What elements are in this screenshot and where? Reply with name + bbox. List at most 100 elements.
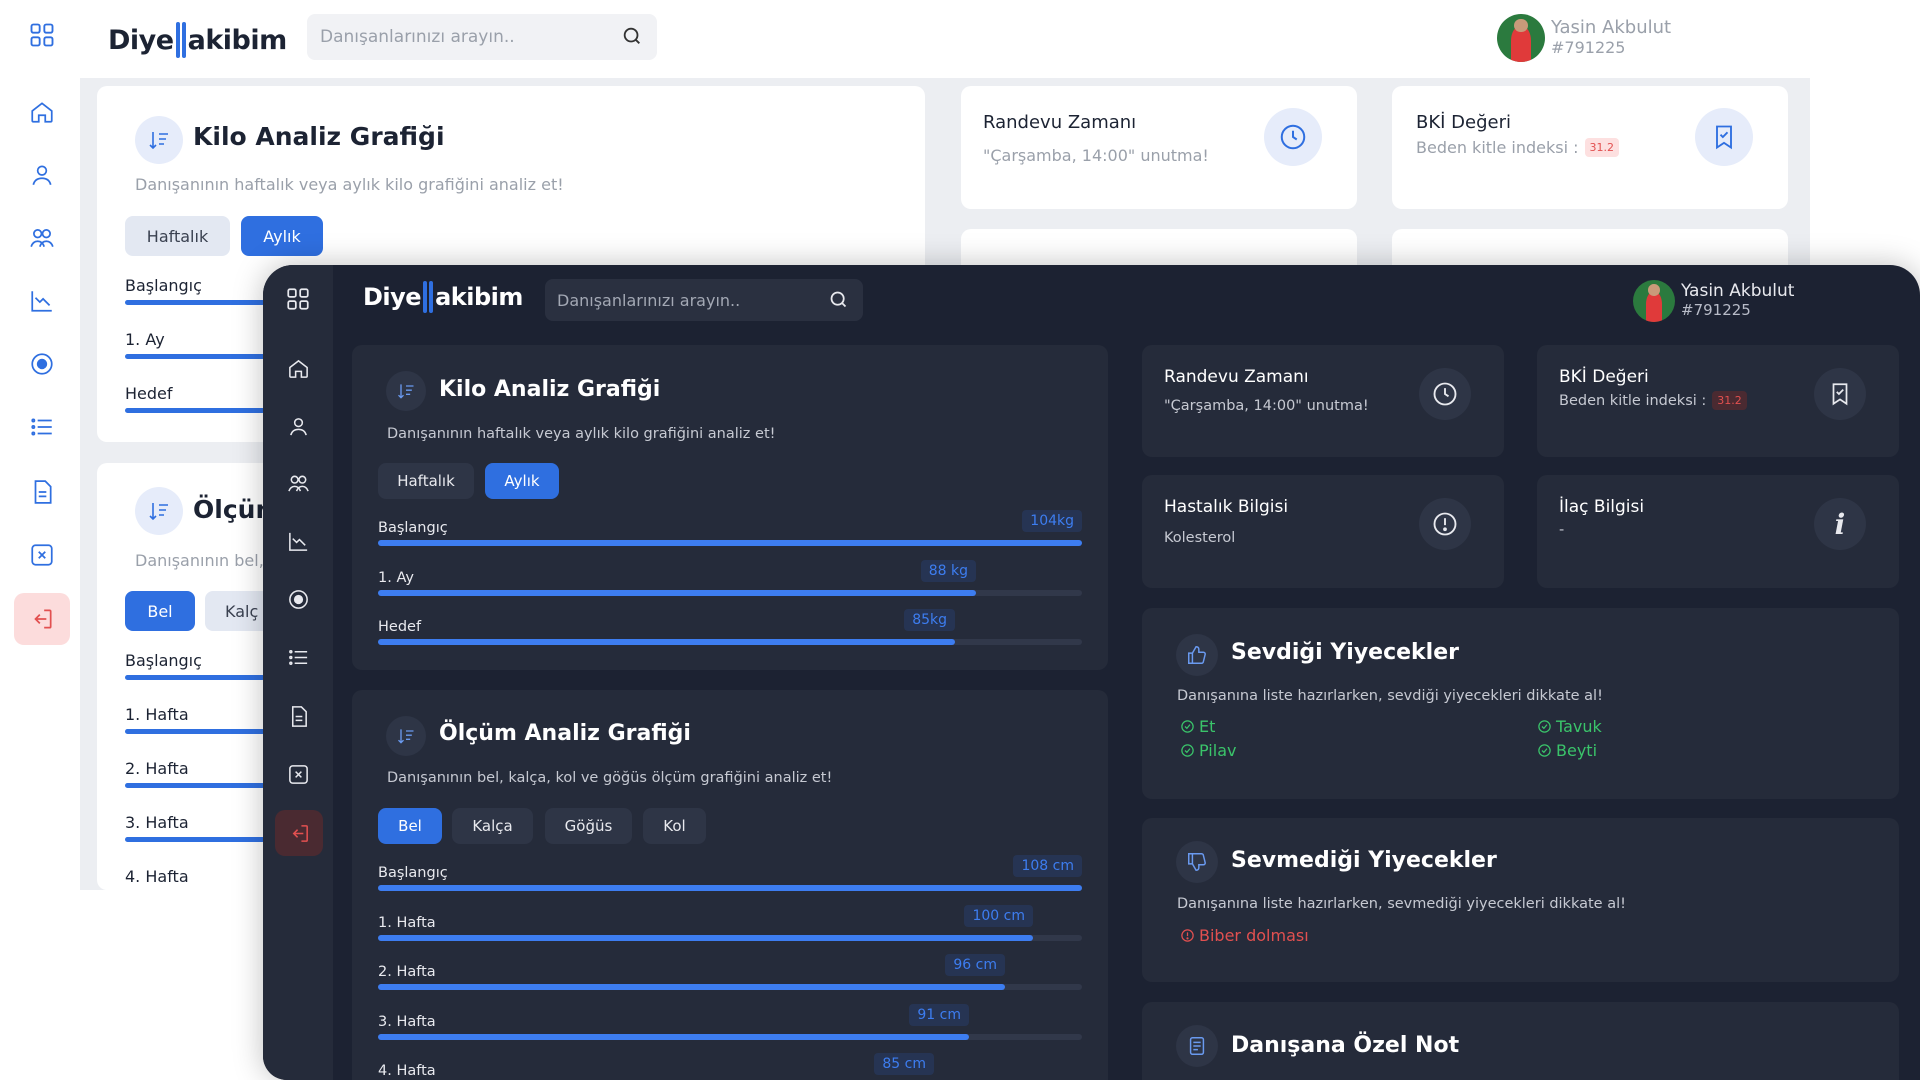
user-profile[interactable]: Yasin Akbulut #791225 [1497, 14, 1671, 62]
bar-label: Başlangıç [125, 276, 202, 295]
bki-text: Beden kitle indeksi : [1559, 392, 1707, 409]
bar-label: 3. Hafta [378, 1013, 436, 1030]
bar-label: 1. Ay [378, 569, 414, 586]
olcum-card: Ölçüm Analiz Grafiği Danışanının bel, ka… [352, 690, 1108, 1080]
note-card: Danışana Özel Not [1142, 1002, 1899, 1080]
document-icon[interactable] [22, 472, 62, 512]
card-title: Hastalık Bilgisi [1164, 497, 1289, 517]
bookmark-icon [1695, 108, 1753, 166]
liked-food-item: Pilav [1180, 741, 1236, 760]
tab-bel[interactable]: Bel [125, 591, 195, 631]
home-icon[interactable] [22, 92, 62, 132]
check-circle-icon [1180, 743, 1195, 758]
users-icon[interactable] [278, 463, 318, 503]
document-icon[interactable] [278, 696, 318, 736]
bar-label: 4. Hafta [125, 867, 189, 886]
hastalik-card: Hastalık Bilgisi Kolesterol [1142, 475, 1504, 588]
chart-line-icon[interactable] [278, 521, 318, 561]
close-square-icon[interactable] [22, 535, 62, 575]
tab-haftalik[interactable]: Haftalık [125, 216, 230, 256]
bar-fill [378, 540, 1082, 546]
list-icon[interactable] [278, 637, 318, 677]
bar-value: 85kg [904, 609, 955, 631]
card-text: Beden kitle indeksi : 31.2 [1416, 138, 1620, 157]
search-bar[interactable]: Danışanlarınızı arayın.. [545, 279, 863, 321]
bar-track [378, 885, 1082, 891]
clock-icon [1264, 108, 1322, 166]
tab-aylik[interactable]: Aylık [485, 463, 559, 499]
target-icon[interactable] [278, 579, 318, 619]
user-id: #791225 [1551, 38, 1626, 57]
close-square-icon[interactable] [278, 754, 318, 794]
tab-aylik[interactable]: Aylık [241, 216, 323, 256]
tab-kalca[interactable]: Kalça [452, 808, 533, 844]
card-text: "Çarşamba, 14:00" unutma! [1164, 398, 1369, 414]
check-circle-icon [1537, 743, 1552, 758]
home-icon[interactable] [278, 348, 318, 388]
avatar[interactable] [1633, 280, 1675, 322]
info-icon: i [1814, 498, 1866, 550]
avatar[interactable] [1497, 14, 1545, 62]
liked-food-item: Tavuk [1537, 717, 1602, 736]
sort-icon [386, 371, 426, 411]
search-icon[interactable] [621, 25, 643, 47]
tab-kol[interactable]: Kol [643, 808, 706, 844]
users-icon[interactable] [22, 218, 62, 258]
alert-circle-icon [1180, 928, 1195, 943]
chart-line-icon[interactable] [22, 281, 62, 321]
bar-label: Başlangıç [378, 865, 448, 881]
note-icon [1176, 1025, 1218, 1067]
user-icon[interactable] [278, 406, 318, 446]
note-title: Danışana Özel Not [1231, 1033, 1460, 1058]
bar-value: 104kg [1022, 510, 1082, 532]
search-input[interactable]: Danışanlarınızı arayın.. [320, 27, 515, 47]
sort-icon [386, 716, 426, 756]
tab-gogus[interactable]: Göğüs [545, 808, 632, 844]
dark-window: Diye akibim Danışanlarınızı arayın.. Yasi… [263, 265, 1920, 1080]
target-icon[interactable] [22, 344, 62, 384]
tab-bel[interactable]: Bel [378, 808, 442, 844]
olcum-title: Ölçüm Analiz Grafiği [439, 721, 691, 746]
randevu-card: Randevu Zamanı "Çarşamba, 14:00" unutma! [1142, 345, 1504, 457]
kilo-subtitle: Danışanının haftalık veya aylık kilo gra… [387, 426, 776, 442]
kilo-title: Kilo Analiz Grafiği [193, 122, 445, 151]
app-logo[interactable]: Diye akibim [108, 22, 287, 58]
user-profile[interactable]: Yasin Akbulut #791225 [1633, 280, 1794, 322]
search-icon[interactable] [828, 289, 849, 310]
food-label: Et [1199, 717, 1216, 736]
list-icon[interactable] [22, 407, 62, 447]
tab-haftalik[interactable]: Haftalık [378, 463, 474, 499]
menu-grid-icon[interactable] [22, 15, 62, 55]
search-input[interactable]: Danışanlarınızı arayın.. [557, 291, 740, 310]
sort-icon [135, 116, 183, 164]
user-icon[interactable] [22, 155, 62, 195]
sort-icon [135, 487, 183, 535]
card-text: Kolesterol [1164, 530, 1236, 546]
card-text: - [1559, 522, 1565, 538]
bar-label: 2. Hafta [378, 964, 436, 980]
thumbs-down-icon [1176, 841, 1218, 883]
menu-grid-icon[interactable] [278, 279, 318, 319]
food-label: Tavuk [1556, 717, 1602, 736]
app-logo[interactable]: Diye akibim [363, 281, 523, 313]
bar-track [378, 1033, 1082, 1040]
bookmark-icon [1814, 368, 1866, 420]
check-circle-icon [1180, 719, 1195, 734]
card-title: Randevu Zamanı [1164, 367, 1309, 387]
bar-line [125, 408, 265, 413]
liked-foods-subtitle: Danışanına liste hazırlarken, sevdiği yi… [1177, 688, 1603, 704]
search-bar[interactable]: Danışanlarınızı arayın.. [307, 14, 657, 60]
logout-icon[interactable] [14, 593, 70, 645]
bar-value: 85 cm [874, 1053, 934, 1075]
bar-track [378, 589, 1082, 596]
bki-badge: 31.2 [1584, 138, 1620, 157]
logout-icon[interactable] [275, 810, 323, 856]
kilo-card: Kilo Analiz Grafiği Danışanının haftalık… [352, 345, 1108, 670]
disliked-foods-subtitle: Danışanına liste hazırlarken, sevmediği … [1177, 896, 1626, 912]
bki-badge: 31.2 [1712, 391, 1747, 410]
bar-fill [378, 885, 1082, 891]
bar-label: 4. Hafta [378, 1063, 436, 1079]
bar-track [378, 984, 1082, 990]
alert-icon [1419, 498, 1471, 550]
card-text: Beden kitle indeksi : 31.2 [1559, 391, 1747, 410]
